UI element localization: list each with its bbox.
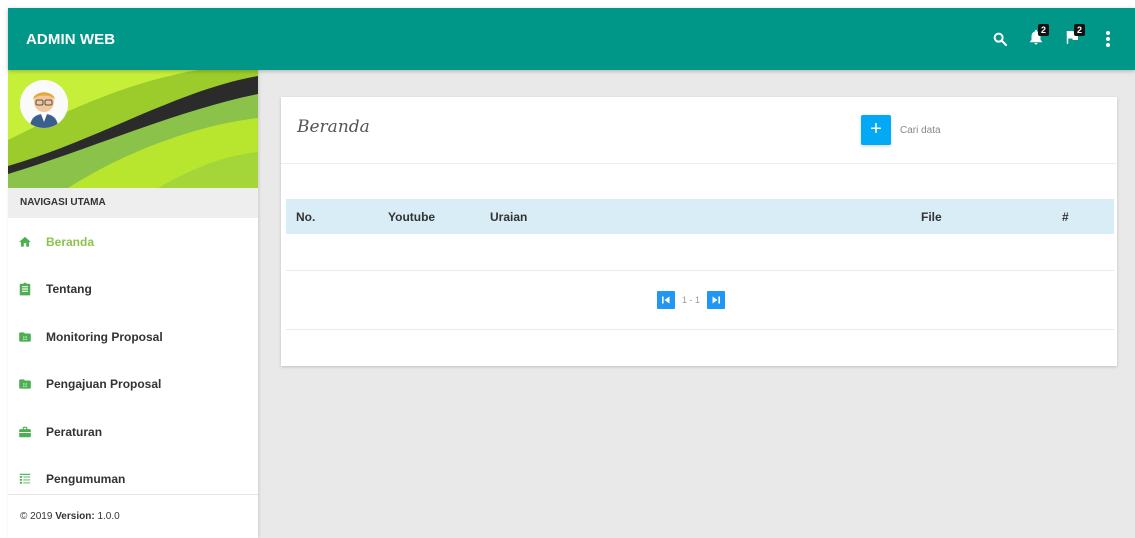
- sidebar-item-tentang[interactable]: Tentang: [8, 266, 258, 314]
- page-title: Beranda: [297, 117, 370, 137]
- divider: [286, 270, 1114, 271]
- folder-icon: [18, 330, 32, 344]
- sidebar-item-label: Pengajuan Proposal: [46, 377, 162, 392]
- sidebar-item-label: Peraturan: [46, 424, 103, 439]
- first-page-icon: [662, 296, 670, 304]
- version-value: 1.0.0: [97, 511, 120, 522]
- more-vert-icon[interactable]: [1095, 26, 1121, 52]
- notifications-badge: 2: [1038, 24, 1049, 36]
- search-input[interactable]: [896, 117, 1096, 143]
- content-card: Beranda + No. Youtube Uraian File # 1 - …: [281, 97, 1117, 366]
- brand-title[interactable]: ADMIN WEB: [26, 31, 115, 48]
- view-list-icon: [18, 472, 32, 486]
- page-indicator: 1 - 1: [682, 295, 701, 305]
- notifications-button[interactable]: 2: [1023, 24, 1049, 52]
- home-icon: [18, 235, 32, 249]
- avatar[interactable]: [20, 80, 68, 128]
- pagination: 1 - 1: [657, 291, 726, 309]
- table-header: No. Youtube Uraian File #: [286, 199, 1114, 234]
- add-button[interactable]: +: [861, 115, 891, 145]
- column-header-file[interactable]: File: [904, 199, 1009, 234]
- divider: [286, 329, 1114, 330]
- sidebar-item-beranda[interactable]: Beranda: [8, 218, 258, 266]
- last-page-icon: [712, 296, 721, 304]
- clipboard-icon: [18, 282, 32, 296]
- search-icon[interactable]: [987, 26, 1013, 52]
- first-page-button[interactable]: [657, 291, 675, 309]
- navbar-actions: 2 2: [977, 24, 1121, 52]
- last-page-button[interactable]: [707, 291, 726, 309]
- user-info-banner: [8, 70, 258, 188]
- column-header-youtube[interactable]: Youtube: [346, 199, 486, 234]
- sidebar-item-label: Beranda: [46, 234, 95, 249]
- sidebar-item-peraturan[interactable]: Peraturan: [8, 408, 258, 456]
- sidebar-item-pengajuan-proposal[interactable]: Pengajuan Proposal: [8, 361, 258, 409]
- version-label: Version:: [55, 511, 95, 522]
- column-header-actions: #: [1062, 209, 1069, 224]
- menu-section-title: NAVIGASI UTAMA: [8, 188, 258, 218]
- sidebar-item-monitoring-proposal[interactable]: Monitoring Proposal: [8, 313, 258, 361]
- sidebar: NAVIGASI UTAMA Beranda Tentang Monitorin…: [8, 70, 258, 538]
- sidebar-item-label: Monitoring Proposal: [46, 329, 163, 344]
- flags-button[interactable]: 2: [1059, 24, 1085, 52]
- divider: [281, 163, 1117, 164]
- column-header-no[interactable]: No.: [286, 199, 346, 234]
- sidebar-item-label: Pengumuman: [46, 472, 126, 487]
- column-header-uraian[interactable]: Uraian: [486, 199, 904, 234]
- sidebar-item-label: Tentang: [46, 282, 92, 297]
- copyright-text: © 2019: [20, 511, 53, 522]
- top-navbar: ADMIN WEB 2 2: [8, 8, 1135, 70]
- briefcase-icon: [18, 425, 32, 439]
- sidebar-footer: © 2019 Version: 1.0.0: [8, 494, 258, 538]
- folder-icon: [18, 377, 32, 391]
- flags-badge: 2: [1074, 24, 1085, 36]
